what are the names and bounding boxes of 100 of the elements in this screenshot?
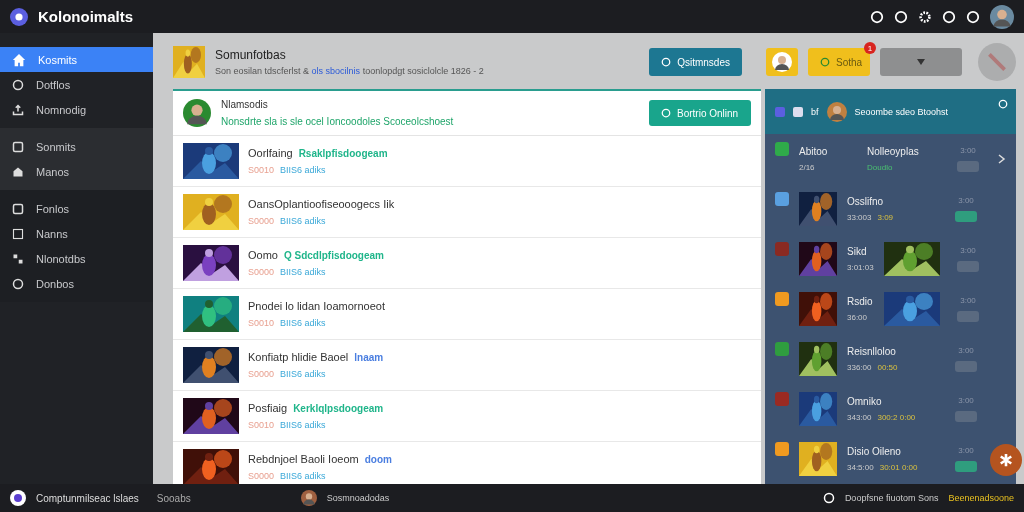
asterisk-icon (999, 453, 1013, 467)
game-title[interactable]: Rebdnjoel Baoli Ioeom (248, 453, 359, 465)
row-sub: 3:01:03 (847, 263, 874, 272)
row-title: Abitoo (799, 146, 829, 157)
square-icon (12, 227, 24, 240)
game-info: BIIS6 adiks (280, 216, 326, 226)
game-tag: lnaam (354, 352, 384, 363)
footer-highlight: Beenenadsoone (948, 493, 1014, 503)
game-title[interactable]: Oorlfaing (248, 147, 293, 159)
game-info: BIIS6 adiks (280, 471, 326, 481)
footer-user: Sosmnoadodas (326, 493, 391, 503)
row-title: Disio Oileno (847, 446, 902, 457)
row-sub: 34:5:00 (847, 463, 874, 472)
row-note: 30:01 0:00 (879, 463, 918, 472)
box-icon (12, 202, 24, 215)
row-time: 3:00 (960, 246, 976, 255)
row-time: 3:00 (958, 196, 974, 205)
row-note: 3:09 (877, 213, 894, 222)
row-note: 300:2 0:00 (877, 413, 916, 422)
page-subtitle: Son eosilan tdscferlst & ols sbocilnis toonlopdgt sosiclolcle 1826 - 2 (215, 66, 485, 76)
game-info: BIIS6 adiks (280, 318, 326, 328)
row-sub: 343:00 (847, 413, 872, 422)
subtitle-link[interactable]: ols sbocilnis (311, 66, 361, 76)
grid-icon (12, 252, 24, 265)
page-title: Somunfotbas (215, 48, 287, 62)
feed-name: Nlamsodis (221, 99, 269, 110)
sidebar-item[interactable]: Fonlos (0, 196, 153, 221)
row-title: Osslifno (847, 196, 885, 207)
game-info: BIIS6 adiks (280, 165, 326, 175)
avatar (183, 99, 211, 127)
chevron-icon[interactable] (998, 154, 1006, 164)
row-sub: 336:00 (847, 363, 872, 372)
game-price: S0000 (248, 267, 275, 277)
avatar (772, 52, 792, 72)
sidebar-item[interactable]: Manos (0, 159, 153, 184)
row-title: Sikd (847, 246, 868, 257)
game-info: BIIS6 adiks (280, 420, 326, 430)
game-info: BIIS6 adiks (280, 369, 326, 379)
game-title[interactable]: Pnodei lo lidan Ioamornoeot (248, 300, 385, 312)
sidebar-item[interactable]: Sonmits (0, 134, 153, 159)
row-name: Nolleoyplas (867, 146, 920, 157)
row-sub: 2/16 (799, 163, 816, 172)
avatar (826, 101, 847, 122)
game-title[interactable]: Oomo (248, 249, 278, 261)
game-price: S0000 (248, 471, 275, 481)
row-time: 3:00 (958, 446, 974, 455)
row-sub: 33:003 (847, 213, 872, 222)
app-icon (775, 106, 785, 117)
logo-icon (10, 7, 28, 26)
sidebar-item[interactable]: Nlonotdbs (0, 246, 153, 271)
game-price: S0010 (248, 420, 275, 430)
game-tag: Kerklqlpsdoogeam (293, 403, 384, 414)
game-tag: Q Sdcdlpfisdoogeam (283, 250, 384, 261)
primary-button[interactable]: Qsitmnsdes (649, 48, 742, 76)
sidebar-item[interactable]: Nomnodig (0, 97, 153, 122)
notification-badge: 1 (864, 42, 876, 54)
row-time: 3:00 (960, 146, 976, 155)
app-icon (793, 106, 803, 117)
app-title: Kolonoimalts (38, 8, 134, 25)
caret-icon (917, 59, 925, 65)
logo-icon (10, 490, 26, 506)
game-title[interactable]: Posfiaig (248, 402, 288, 414)
sidebar-item[interactable]: Dotflos (0, 72, 153, 97)
row-time: 3:00 (958, 396, 974, 405)
game-tag: doom (364, 454, 392, 465)
avatar-button[interactable] (766, 48, 798, 76)
footer-section: Sooabs (156, 492, 191, 504)
box-icon (12, 140, 24, 153)
game-price: S0010 (248, 165, 275, 175)
row-title: Rsdio (847, 296, 874, 307)
panel-title: Seoombe sdeo Btoohst (854, 106, 949, 117)
house-icon (12, 165, 24, 178)
game-price: S0000 (248, 216, 275, 226)
header-tag: bf (811, 106, 819, 117)
row-note: Doudlo (867, 163, 894, 172)
row-title: Omniko (847, 396, 883, 407)
row-time: 3:00 (958, 346, 974, 355)
circle-icon (12, 78, 24, 91)
game-title[interactable]: Konfiatp hlidie Baoel (248, 351, 349, 363)
sidebar-item[interactable]: Nanns (0, 221, 153, 246)
sidebar-item[interactable]: Donbos (0, 271, 153, 296)
row-time: 3:00 (960, 296, 976, 305)
row-title: Reisnlloloo (847, 346, 897, 357)
home-icon (12, 52, 26, 67)
game-price: S0010 (248, 318, 275, 328)
footer-brand: Comptunmilseac lslaes (36, 492, 139, 504)
game-tag: Rsaklpfisdoogeam (298, 148, 388, 159)
row-sub: 36:00 (847, 313, 869, 322)
row-note: 00:50 (877, 363, 898, 372)
settings-icon[interactable] (918, 9, 932, 24)
avatar (990, 4, 1014, 29)
tray-icon (12, 103, 24, 116)
add-button[interactable] (990, 444, 1022, 476)
game-info: BIIS6 adiks (280, 267, 326, 277)
feed-status: Nonsdrte sla is sle ocel Ioncoodoles Scoceolcshoest (221, 116, 455, 127)
game-price: S0000 (248, 369, 275, 379)
circle-icon (12, 277, 24, 290)
avatar (300, 490, 317, 506)
game-title[interactable]: OansOplantioofiseooogecs Iik (248, 198, 395, 210)
sidebar-item[interactable]: Kosmits (0, 47, 153, 72)
